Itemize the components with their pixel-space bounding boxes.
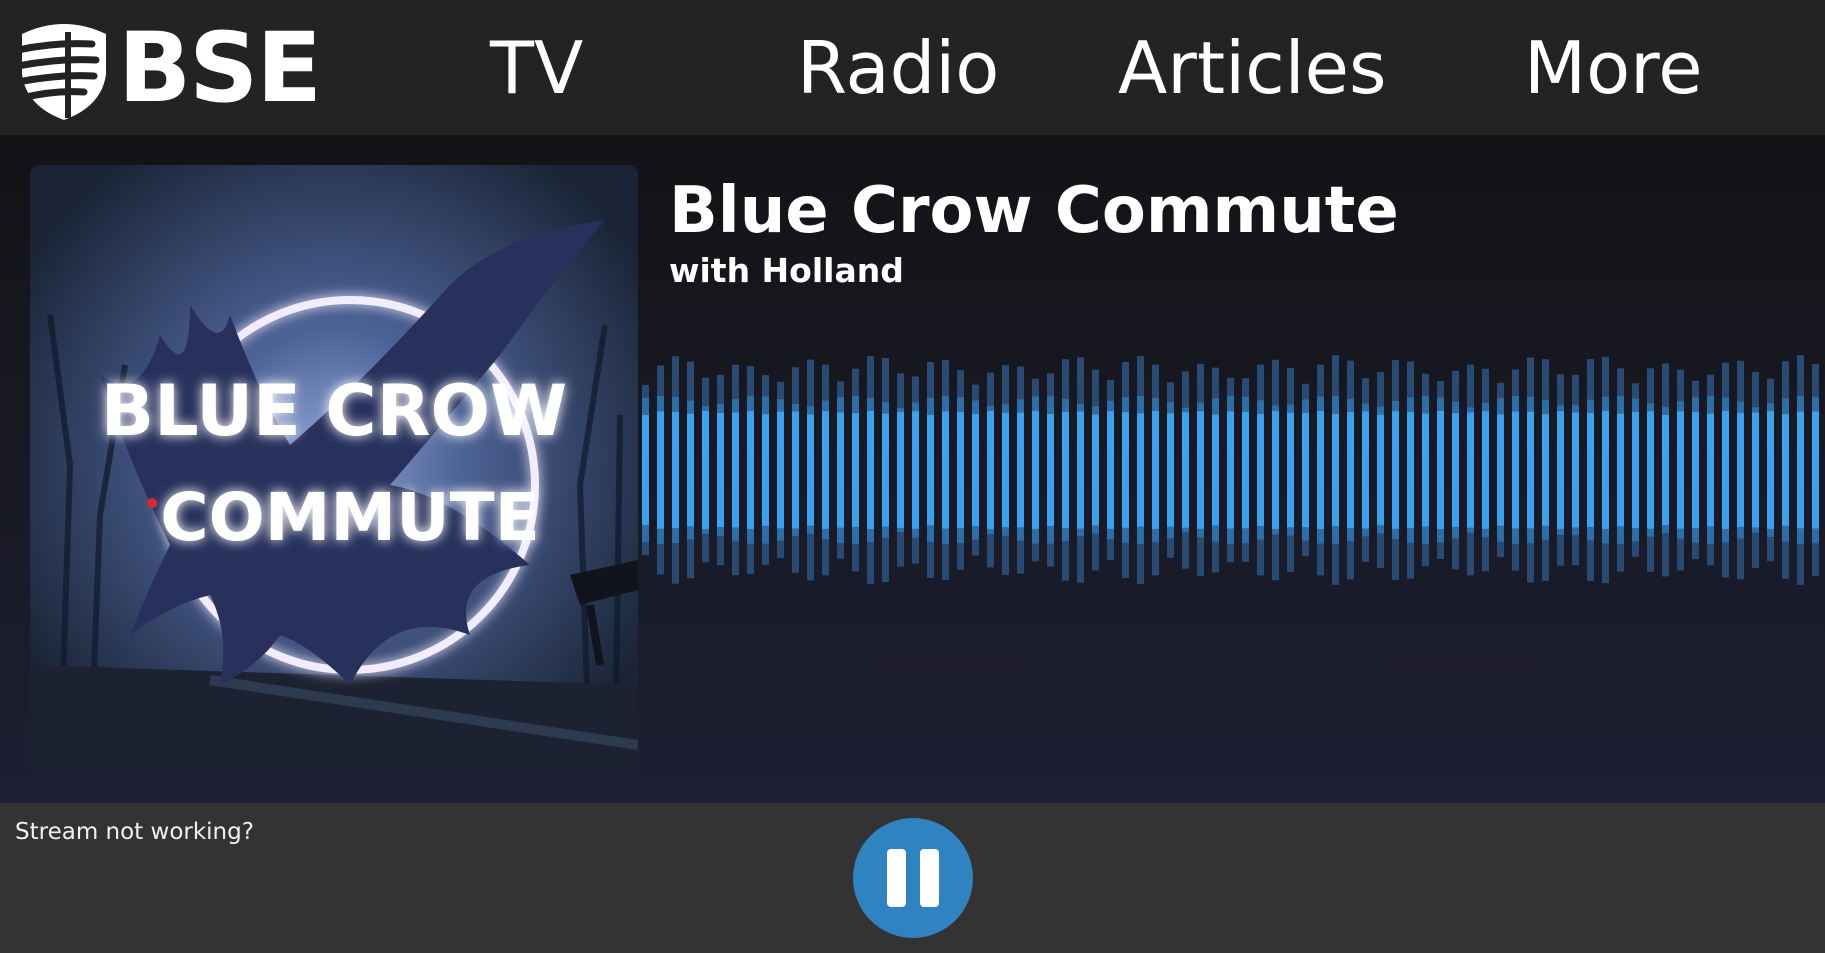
waveform-bar [1272, 411, 1279, 529]
show-cover-art: BLUE CROW COMMUTE [30, 165, 638, 773]
waveform-bar [657, 411, 664, 529]
waveform-bar [912, 411, 919, 529]
waveform-bar [1407, 412, 1414, 528]
waveform-bar [987, 411, 994, 529]
waveform-bar [1617, 413, 1624, 527]
cover-title-line1: BLUE CROW [101, 370, 567, 452]
waveform-bar [1737, 413, 1744, 527]
waveform-bar [1152, 411, 1159, 529]
waveform-bar [732, 412, 739, 528]
waveform-bar [1752, 412, 1759, 528]
waveform-bar [1227, 411, 1234, 529]
waveform-bar [1812, 411, 1819, 529]
waveform-bar [972, 413, 979, 527]
waveform-bar [642, 415, 649, 525]
nav-articles[interactable]: Articles [1118, 28, 1387, 108]
logo-text: BSE [118, 12, 322, 124]
pause-icon-right [920, 849, 939, 907]
waveform-bar [1362, 411, 1369, 529]
waveform-bar [882, 413, 889, 527]
waveform-bar [1377, 414, 1384, 526]
nav-more[interactable]: More [1524, 28, 1703, 108]
waveform-bar [1527, 411, 1534, 529]
audio-waveform-visualizer [642, 355, 1819, 585]
top-navigation-bar: BSE TV Radio Articles More [0, 0, 1825, 135]
pause-button[interactable] [853, 818, 973, 938]
waveform-bar [1122, 412, 1129, 528]
waveform-bar [1302, 412, 1309, 528]
waveform-bar [1047, 414, 1054, 526]
waveform-bar [1077, 411, 1084, 529]
nav-radio[interactable]: Radio [797, 28, 999, 108]
waveform-bar [1767, 411, 1774, 529]
show-host: with Holland [669, 251, 904, 290]
waveform-bar [1512, 411, 1519, 529]
waveform-bar [792, 411, 799, 529]
waveform-bar [1632, 412, 1639, 528]
waveform-bar [897, 412, 904, 528]
waveform-bar [1032, 411, 1039, 529]
waveform-bar [1572, 412, 1579, 528]
waveform-bar [1707, 413, 1714, 527]
waveform-bar [1167, 413, 1174, 527]
waveform-bar [1212, 414, 1219, 526]
waveform-bar [777, 411, 784, 529]
waveform-bar [1062, 411, 1069, 529]
waveform-bar [1437, 411, 1444, 529]
waveform-bar [672, 412, 679, 528]
waveform-bar [1422, 413, 1429, 527]
waveform-bar [1587, 413, 1594, 527]
waveform-bar [1197, 411, 1204, 529]
waveform-bar [837, 412, 844, 528]
waveform-bar [807, 414, 814, 526]
waveform-bar [1242, 411, 1249, 529]
waveform-bar [1797, 411, 1804, 529]
waveform-bar [822, 411, 829, 529]
waveform-bar [1782, 414, 1789, 526]
waveform-bar [1107, 411, 1114, 529]
waveform-bar [1332, 413, 1339, 527]
now-playing-panel: BLUE CROW COMMUTE Blue Crow Commute with… [0, 135, 1825, 803]
waveform-bar [942, 411, 949, 529]
waveform-bar [1662, 414, 1669, 526]
waveform-bar [1137, 413, 1144, 527]
waveform-bar [702, 411, 709, 529]
waveform-bar [717, 413, 724, 527]
waveform-bar [1347, 411, 1354, 529]
waveform-bar [1467, 412, 1474, 528]
stream-help-link[interactable]: Stream not working? [15, 817, 254, 847]
waveform-bar [852, 413, 859, 527]
bse-logo[interactable]: BSE [14, 12, 322, 124]
waveform-bar [1317, 411, 1324, 529]
waveform-bar [1182, 412, 1189, 528]
waveform-bar [1692, 412, 1699, 528]
waveform-bar [1287, 412, 1294, 528]
waveform-bar [1602, 411, 1609, 529]
waveform-bar [1557, 411, 1564, 529]
waveform-bar [1647, 411, 1654, 529]
waveform-bar [747, 411, 754, 529]
waveform-bar [1542, 414, 1549, 526]
cover-title-line2: COMMUTE [160, 479, 540, 556]
shield-logo-icon [14, 24, 106, 120]
waveform-bar [687, 413, 694, 527]
waveform-bar [1452, 413, 1459, 527]
waveform-bar [957, 411, 964, 529]
waveform-bar [1002, 412, 1009, 528]
waveform-bar [1677, 411, 1684, 529]
waveform-bar [867, 411, 874, 529]
waveform-bar [1722, 411, 1729, 529]
waveform-bar [927, 414, 934, 526]
show-title: Blue Crow Commute [669, 174, 1399, 248]
waveform-bar [1257, 414, 1264, 526]
player-footer: Stream not working? [0, 803, 1825, 953]
waveform-bar [762, 414, 769, 526]
waveform-bar [1497, 414, 1504, 526]
waveform-bar [1392, 411, 1399, 529]
waveform-bar [1017, 412, 1024, 528]
nav-tv[interactable]: TV [490, 28, 583, 108]
waveform-bar [1482, 411, 1489, 529]
waveform-bar [1092, 414, 1099, 526]
pause-icon-left [887, 849, 906, 907]
